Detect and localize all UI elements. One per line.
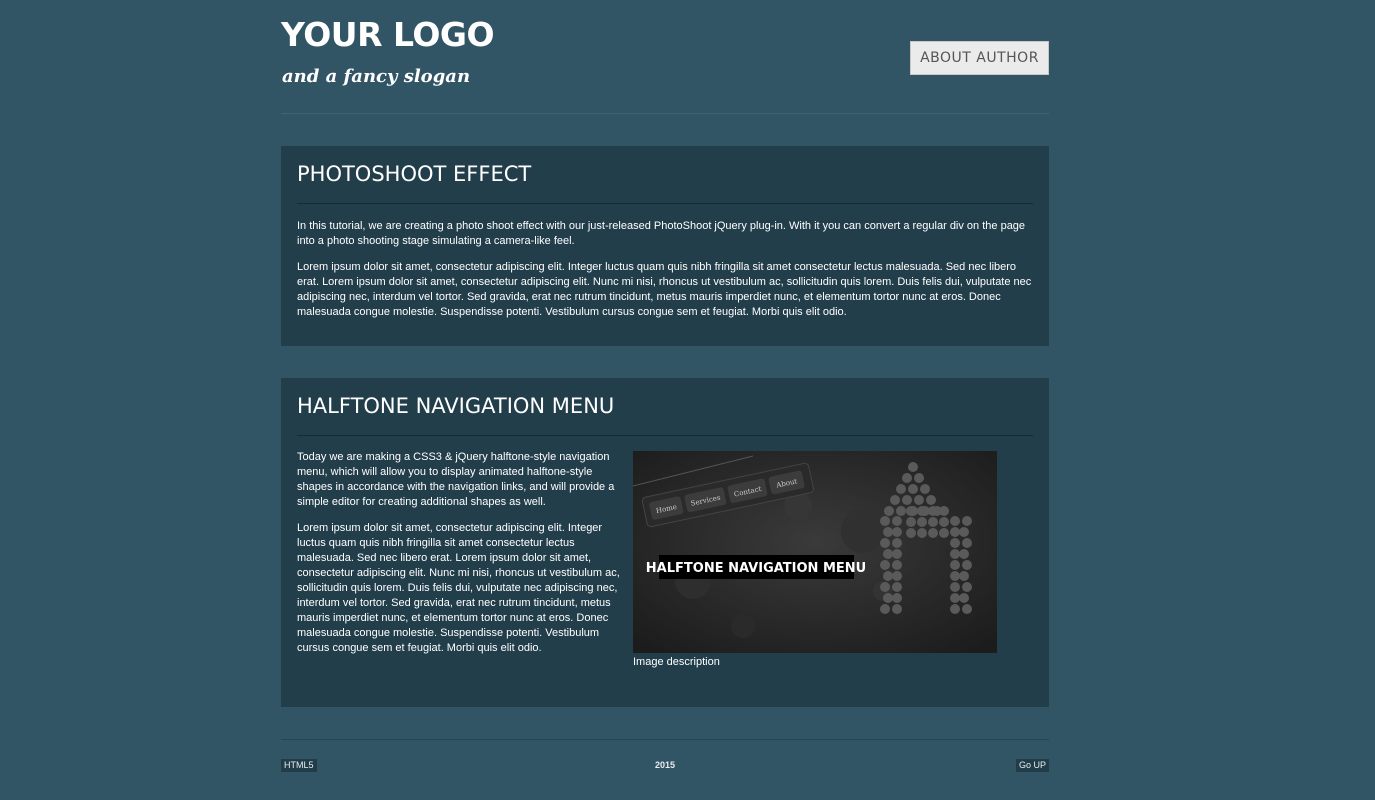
halftone-dot <box>962 560 972 570</box>
halftone-dot <box>962 582 972 592</box>
halftone-dot <box>906 506 916 516</box>
article-intro-paragraph: In this tutorial, we are creating a phot… <box>297 220 1026 247</box>
image-caption: Image description <box>633 656 720 668</box>
halftone-dot <box>908 484 918 494</box>
about-author-button[interactable]: ABOUT AUTHOR <box>910 41 1049 75</box>
site-slogan: and a fancy slogan <box>282 66 471 87</box>
halftone-dot <box>902 473 912 483</box>
halftone-dot <box>962 604 972 614</box>
halftone-dot <box>906 528 916 538</box>
halftone-dot <box>892 538 902 548</box>
article-body-paragraph: Lorem ipsum dolor sit amet, consectetur … <box>297 261 1032 318</box>
halftone-dot <box>902 495 912 505</box>
article-halftone-navigation-menu: HALFTONE NAVIGATION MENU Today we are ma… <box>281 378 1049 707</box>
halftone-dot <box>890 495 900 505</box>
halftone-dot <box>892 593 902 603</box>
halftone-preview-image: Home Services Contact About HALFTONE NAV… <box>633 451 997 653</box>
halftone-dot <box>896 484 906 494</box>
halftone-dot <box>959 571 969 581</box>
halftone-dot <box>920 484 930 494</box>
halftone-dot <box>892 549 902 559</box>
halftone-dot <box>883 571 893 581</box>
halftone-dot <box>962 538 972 548</box>
halftone-dot <box>950 604 960 614</box>
article-intro-paragraph: Today we are making a CSS3 & jQuery half… <box>297 451 615 508</box>
site-logo[interactable]: YOUR LOGO <box>281 14 495 56</box>
copyright-year: 2015 <box>654 760 676 770</box>
site-footer: HTML5 2015 Go UP <box>281 739 1049 780</box>
halftone-dot <box>884 506 894 516</box>
halftone-dot <box>883 593 893 603</box>
halftone-dot <box>883 527 893 537</box>
page: YOUR LOGO and a fancy slogan ABOUT AUTHO… <box>281 0 1049 772</box>
halftone-dot <box>906 517 916 527</box>
halftone-dot <box>928 528 938 538</box>
article-title: HALFTONE NAVIGATION MENU <box>297 378 1033 436</box>
article-body-paragraph: Lorem ipsum dolor sit amet, consectetur … <box>297 522 620 654</box>
halftone-dot <box>917 506 927 516</box>
preview-banner-text: HALFTONE NAVIGATION MENU <box>646 561 866 576</box>
halftone-dot <box>950 527 960 537</box>
halftone-dot <box>892 560 902 570</box>
halftone-dot <box>908 462 918 472</box>
halftone-dot <box>917 517 927 527</box>
halftone-dot <box>950 571 960 581</box>
halftone-dot <box>880 538 890 548</box>
halftone-dot <box>892 527 902 537</box>
halftone-dot <box>880 604 890 614</box>
halftone-dot <box>959 527 969 537</box>
halftone-dot <box>892 516 902 526</box>
halftone-dot <box>962 516 972 526</box>
halftone-dot <box>883 549 893 559</box>
article-title: PHOTOSHOOT EFFECT <box>297 146 1033 204</box>
halftone-dot <box>914 495 924 505</box>
halftone-dot <box>880 582 890 592</box>
halftone-dot <box>939 528 949 538</box>
halftone-dot <box>880 560 890 570</box>
halftone-dot <box>914 473 924 483</box>
halftone-dot <box>950 538 960 548</box>
halftone-dot <box>950 560 960 570</box>
halftone-dot <box>950 593 960 603</box>
halftone-dot <box>950 582 960 592</box>
halftone-dot <box>928 506 938 516</box>
halftone-dot <box>892 604 902 614</box>
article-figure: Home Services Contact About HALFTONE NAV… <box>633 451 997 669</box>
halftone-dot <box>917 528 927 538</box>
halftone-dot <box>928 517 938 527</box>
go-up-button[interactable]: Go UP <box>1015 759 1049 772</box>
halftone-dot <box>959 593 969 603</box>
halftone-dot <box>896 506 906 516</box>
halftone-dot <box>959 549 969 559</box>
halftone-dot <box>950 549 960 559</box>
halftone-dot <box>892 582 902 592</box>
halftone-dot <box>892 571 902 581</box>
site-header: YOUR LOGO and a fancy slogan ABOUT AUTHO… <box>281 0 1049 114</box>
article-photoshoot-effect: PHOTOSHOOT EFFECT In this tutorial, we a… <box>281 146 1049 346</box>
halftone-dot <box>926 495 936 505</box>
halftone-dot <box>950 516 960 526</box>
halftone-dot <box>880 516 890 526</box>
halftone-dot <box>939 517 949 527</box>
halftone-dot <box>939 506 949 516</box>
